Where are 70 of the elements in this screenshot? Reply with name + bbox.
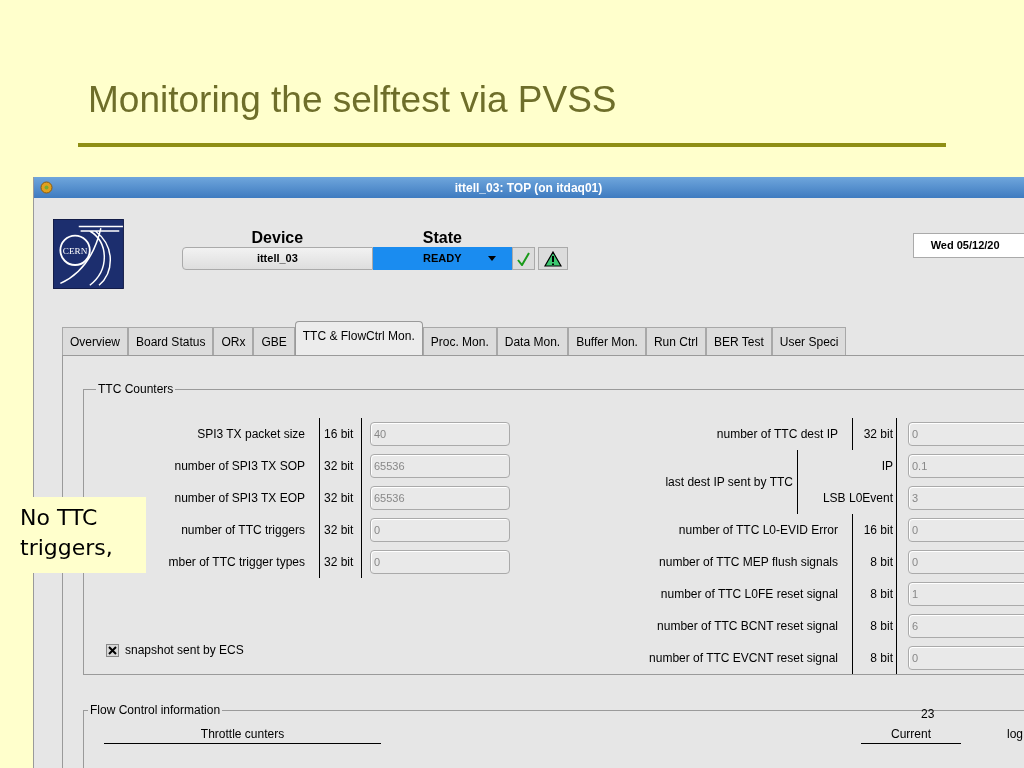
field-label: number of TTC triggers <box>180 522 305 539</box>
checkmark-icon <box>516 251 530 266</box>
tab[interactable]: TTC & FlowCtrl Mon. <box>294 321 423 355</box>
tab[interactable]: Overview <box>62 327 128 355</box>
field-label: number of SPI3 TX EOP <box>173 490 305 507</box>
state-dropdown[interactable]: READY <box>372 247 512 270</box>
column-heading: Current <box>861 725 961 744</box>
field-label: LSB L0Event <box>822 490 893 507</box>
tab[interactable]: User Speci <box>771 327 847 355</box>
checkbox-label: snapshot sent by ECS <box>125 642 244 659</box>
bit-width: 32 bit <box>324 458 354 475</box>
column-heading: log <box>1007 726 1023 743</box>
bit-width: 8 bit <box>870 618 893 635</box>
value-field: 65536 <box>370 454 510 478</box>
field-label: number of TTC MEP flush signals <box>658 554 838 571</box>
caret-icon <box>487 256 496 261</box>
tab[interactable]: Board Status <box>128 327 214 355</box>
tab[interactable]: Buffer Mon. <box>568 327 646 355</box>
tab[interactable]: Proc. Mon. <box>422 327 497 355</box>
device-label: Device <box>251 228 304 247</box>
tab[interactable]: BER Test <box>705 327 772 355</box>
tab[interactable]: Run Ctrl <box>645 327 706 355</box>
value-field: 0.1 <box>908 454 1024 478</box>
bit-width: 32 bit <box>863 426 893 443</box>
state-label: State <box>422 228 462 247</box>
bit-width: 32 bit <box>324 554 354 571</box>
warning-icon <box>543 250 562 267</box>
bit-width: 8 bit <box>870 650 893 667</box>
field-label: number of TTC BCNT reset signal <box>656 618 838 635</box>
date-display: Wed 05/12/20 <box>912 233 1024 258</box>
tab[interactable]: ORx <box>213 327 254 355</box>
field-label: SPI3 TX packet size <box>196 426 305 443</box>
bit-width: 32 bit <box>324 490 354 507</box>
checkbox[interactable] <box>106 643 119 657</box>
bit-width: 16 bit <box>863 522 893 539</box>
value-field: 1 <box>908 582 1024 606</box>
field-label: number of SPI3 TX SOP <box>173 458 305 475</box>
bit-width: 8 bit <box>870 586 893 603</box>
value-field: 65536 <box>370 486 510 510</box>
field-label: last dest IP sent by TTC <box>665 474 793 491</box>
tab[interactable]: Data Mon. <box>496 327 569 355</box>
field-label: number of TTC dest IP <box>715 426 838 443</box>
value-field: 6 <box>908 614 1024 638</box>
value-field: 0 <box>370 550 510 574</box>
field-label: mber of TTC trigger types <box>167 554 305 571</box>
bit-width: 32 bit <box>324 522 354 539</box>
app-icon <box>40 181 53 194</box>
value-field: 3 <box>908 486 1024 510</box>
slide-title: Monitoring the selftest via PVSS <box>88 78 617 122</box>
device-field: ittell_03 <box>181 247 373 270</box>
value-field: 0 <box>908 422 1024 446</box>
column-heading: Throttle cunters <box>104 725 381 744</box>
value-field: 0 <box>908 518 1024 542</box>
logo: CERN <box>53 216 124 292</box>
tab[interactable]: GBE <box>253 327 295 355</box>
value-field: 0 <box>908 646 1024 670</box>
group-title: TTC Counters <box>97 381 175 398</box>
field-label: IP <box>881 458 893 475</box>
field-label: number of TTC L0FE reset signal <box>659 586 838 603</box>
field-label: number of TTC EVCNT reset signal <box>648 650 838 667</box>
field-label: number of TTC L0-EVID Error <box>677 522 838 539</box>
bit-width: 16 bit <box>324 426 354 443</box>
group-title: Flow Control information <box>89 702 222 719</box>
page-number: 23 <box>921 706 935 723</box>
warning-button[interactable] <box>538 247 568 270</box>
window-title: ittell_03: TOP (on itdaq01) <box>454 179 603 197</box>
value-field: 0 <box>908 550 1024 574</box>
value-field: 40 <box>370 422 510 446</box>
bit-width: 8 bit <box>870 554 893 571</box>
value-field: 0 <box>370 518 510 542</box>
